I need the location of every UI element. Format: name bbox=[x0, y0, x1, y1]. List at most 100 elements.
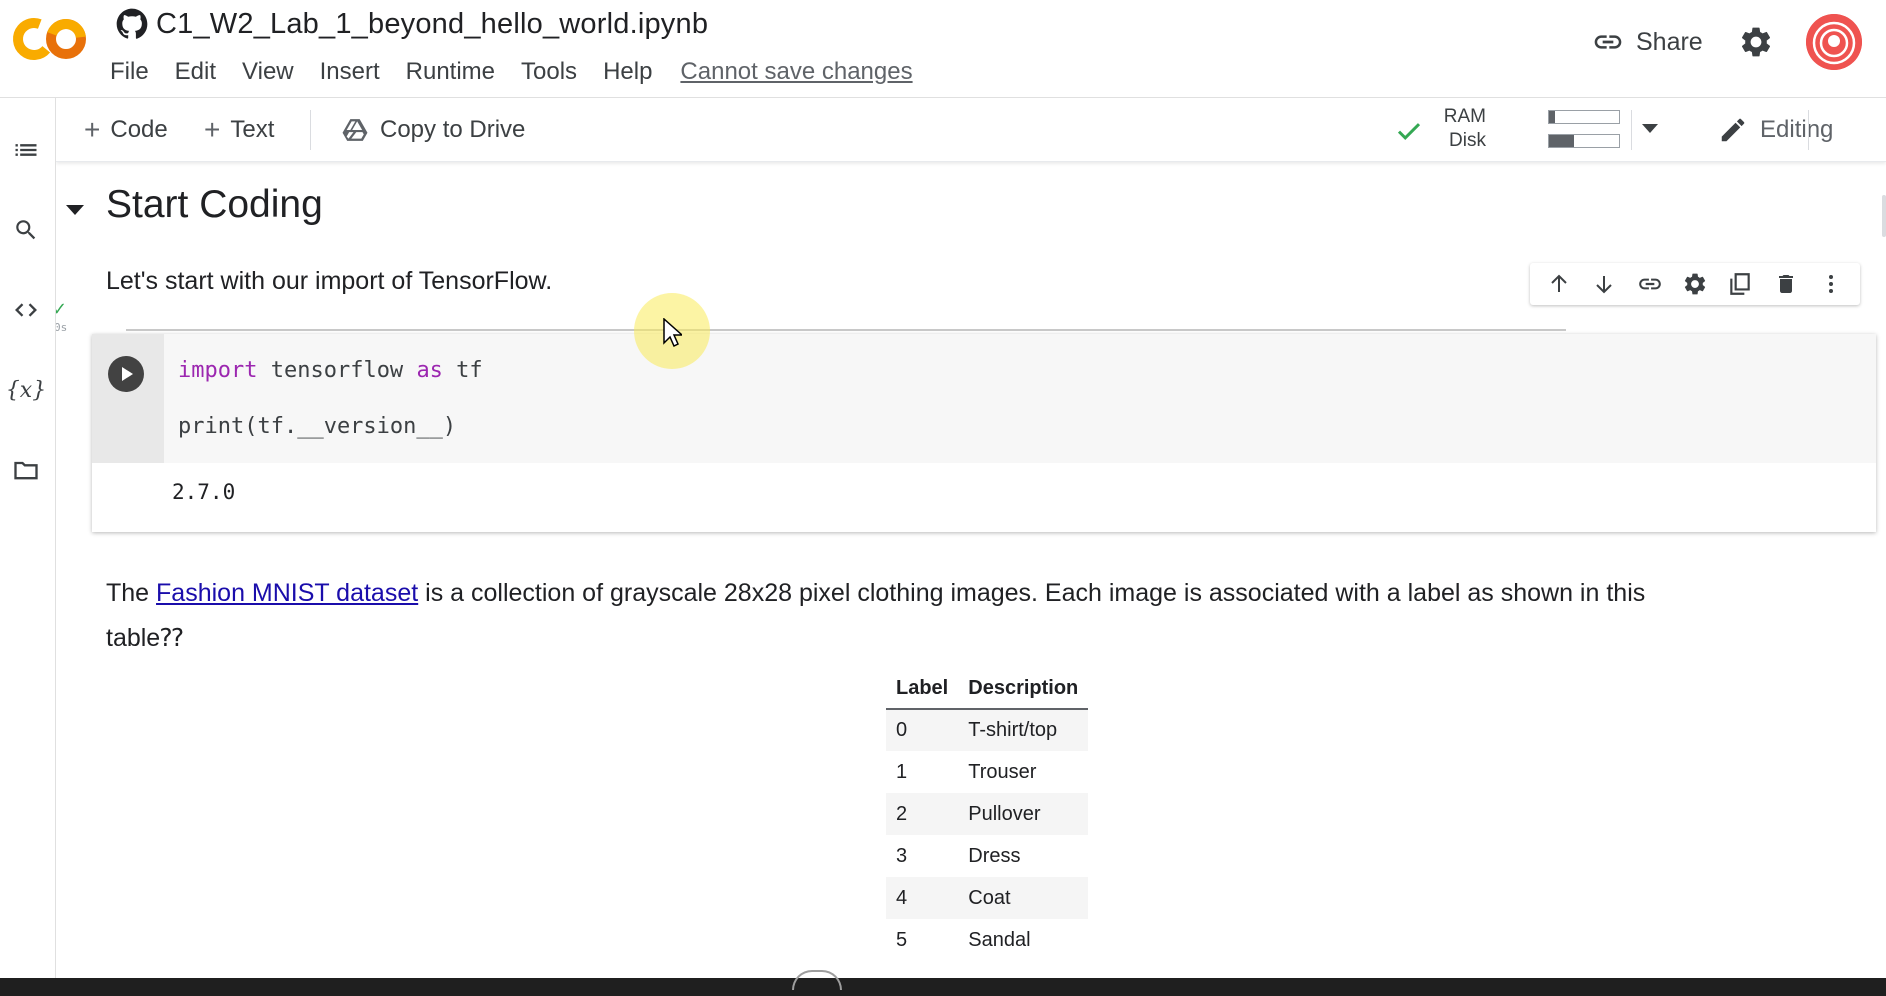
paragraph-text: is a collection of grayscale 28x28 pixel… bbox=[418, 579, 1646, 607]
toc-icon[interactable] bbox=[8, 132, 44, 168]
section-heading: Start Coding bbox=[106, 183, 323, 226]
code-line-1: import tensorflow as tf bbox=[178, 358, 483, 383]
menu-file[interactable]: File bbox=[110, 58, 149, 86]
share-button[interactable]: Share bbox=[1592, 22, 1703, 62]
cell-settings-gear-icon[interactable] bbox=[1681, 270, 1709, 298]
user-avatar[interactable] bbox=[1806, 14, 1862, 70]
table-cell: Sandal bbox=[968, 928, 1031, 951]
collapse-section-icon[interactable] bbox=[66, 205, 84, 215]
paragraph-text: The bbox=[106, 579, 157, 607]
table-cell: 1 bbox=[896, 760, 908, 783]
toolbar-divider bbox=[1631, 110, 1632, 150]
editing-mode-button[interactable]: Editing bbox=[1718, 112, 1833, 148]
ram-usage-fill bbox=[1549, 111, 1555, 123]
copy-to-drive-button[interactable]: Copy to Drive bbox=[342, 112, 525, 148]
intro-text: Let's start with our import of TensorFlo… bbox=[106, 267, 553, 295]
toolbar-divider bbox=[1808, 110, 1809, 150]
app-header: C1_W2_Lab_1_beyond_hello_world.ipynb Fil… bbox=[0, 0, 1886, 98]
keyword-as: as bbox=[416, 358, 443, 383]
notebook-title[interactable]: C1_W2_Lab_1_beyond_hello_world.ipynb bbox=[156, 8, 708, 41]
pencil-icon bbox=[1721, 118, 1745, 142]
code-editor[interactable]: import tensorflow as tf print(tf.__versi… bbox=[164, 334, 1876, 463]
drive-icon bbox=[342, 119, 368, 141]
files-icon[interactable] bbox=[8, 452, 44, 488]
github-icon[interactable] bbox=[116, 8, 148, 40]
more-vert-icon[interactable] bbox=[1817, 270, 1845, 298]
table-row: 3 Dress bbox=[886, 835, 1088, 877]
table-cell: 3 bbox=[896, 844, 908, 867]
fashion-mnist-paragraph: The Fashion MNIST dataset is a collectio… bbox=[106, 571, 1886, 661]
disk-label: Disk bbox=[1449, 130, 1486, 151]
search-icon[interactable] bbox=[8, 212, 44, 248]
editing-label: Editing bbox=[1760, 116, 1834, 143]
plus-icon: + bbox=[84, 114, 101, 145]
add-code-button[interactable]: + Code bbox=[84, 112, 168, 148]
ram-label: RAM bbox=[1443, 106, 1486, 127]
settings-gear-icon[interactable] bbox=[1738, 24, 1774, 60]
menu-bar: File Edit View Insert Runtime Tools Help… bbox=[110, 54, 913, 90]
notebook-content: Start Coding Let's start with our import… bbox=[56, 163, 1886, 978]
table-row: 2 Pullover bbox=[886, 793, 1089, 835]
move-down-icon[interactable] bbox=[1590, 270, 1618, 298]
connected-check-icon bbox=[1397, 123, 1421, 140]
column-header-description: Description bbox=[958, 669, 1089, 710]
run-cell-button[interactable] bbox=[108, 356, 144, 392]
link-icon bbox=[1594, 35, 1622, 49]
table-cell: 4 bbox=[886, 877, 959, 919]
table-row: 5 Sandal bbox=[886, 919, 1088, 961]
table-cell: T-shirt/top bbox=[958, 709, 1089, 751]
notebook-title-row: C1_W2_Lab_1_beyond_hello_world.ipynb bbox=[116, 6, 708, 42]
mouse-pointer-icon bbox=[663, 318, 682, 348]
mirror-cell-icon[interactable] bbox=[1726, 270, 1754, 298]
menu-tools[interactable]: Tools bbox=[521, 58, 577, 86]
variables-icon[interactable]: {x} bbox=[6, 372, 46, 408]
code-line-2: print(tf.__version__) bbox=[178, 414, 457, 439]
table-cell: Coat bbox=[958, 877, 1089, 919]
disk-usage-fill bbox=[1549, 135, 1574, 147]
code-token: tf bbox=[442, 358, 483, 383]
add-text-button[interactable]: + Text bbox=[204, 112, 274, 148]
execution-time: 0s bbox=[56, 321, 68, 334]
fashion-mnist-link[interactable]: Fashion MNIST dataset bbox=[156, 579, 418, 607]
keyword-import: import bbox=[178, 358, 258, 383]
table-row: 0 T-shirt/top bbox=[886, 709, 1089, 751]
cell-toolbar bbox=[1530, 263, 1860, 305]
add-text-label: Text bbox=[230, 116, 275, 143]
resource-dropdown-icon[interactable] bbox=[1642, 124, 1658, 133]
left-sidebar: {x} bbox=[0, 98, 56, 978]
table-cell: 5 bbox=[896, 928, 908, 951]
table-cell: 0 bbox=[886, 709, 959, 751]
cannot-save-link[interactable]: Cannot save changes bbox=[680, 58, 912, 86]
table-cell: 2 bbox=[886, 793, 959, 835]
cell-output: 2.7.0 bbox=[172, 480, 236, 504]
code-cell[interactable]: import tensorflow as tf print(tf.__versi… bbox=[92, 334, 1876, 532]
ram-usage-bar bbox=[1548, 110, 1620, 124]
table-row: 1 Trouser bbox=[886, 751, 1088, 793]
plus-icon: + bbox=[204, 114, 221, 145]
menu-insert[interactable]: Insert bbox=[320, 58, 380, 86]
colab-logo[interactable] bbox=[12, 16, 86, 62]
code-token: tensorflow bbox=[257, 358, 417, 383]
menu-help[interactable]: Help bbox=[603, 58, 652, 86]
menu-runtime[interactable]: Runtime bbox=[406, 58, 495, 86]
add-code-label: Code bbox=[110, 116, 168, 143]
execution-check-icon: ✓ bbox=[56, 299, 68, 319]
table-cell: Trouser bbox=[968, 760, 1037, 783]
table-header-row: Label Description bbox=[886, 669, 1089, 710]
cell-gutter bbox=[92, 334, 164, 463]
resource-monitor[interactable]: RAM Disk bbox=[1394, 104, 1674, 156]
toolbar-divider bbox=[310, 110, 311, 150]
os-taskbar bbox=[0, 970, 1886, 996]
code-snippets-icon[interactable] bbox=[8, 292, 44, 328]
share-label: Share bbox=[1636, 27, 1703, 56]
label-table: Label Description 0 T-shirt/top 1 Trouse… bbox=[886, 669, 1089, 961]
menu-edit[interactable]: Edit bbox=[175, 58, 216, 86]
delete-icon[interactable] bbox=[1772, 270, 1800, 298]
link-cell-icon[interactable] bbox=[1636, 270, 1664, 298]
column-header-label: Label bbox=[886, 669, 959, 710]
menu-view[interactable]: View bbox=[242, 58, 294, 86]
cell-divider bbox=[126, 329, 1566, 331]
table-cell: Pullover bbox=[958, 793, 1089, 835]
paragraph-text-line2: table⁇ bbox=[106, 624, 184, 652]
move-up-icon[interactable] bbox=[1545, 270, 1573, 298]
